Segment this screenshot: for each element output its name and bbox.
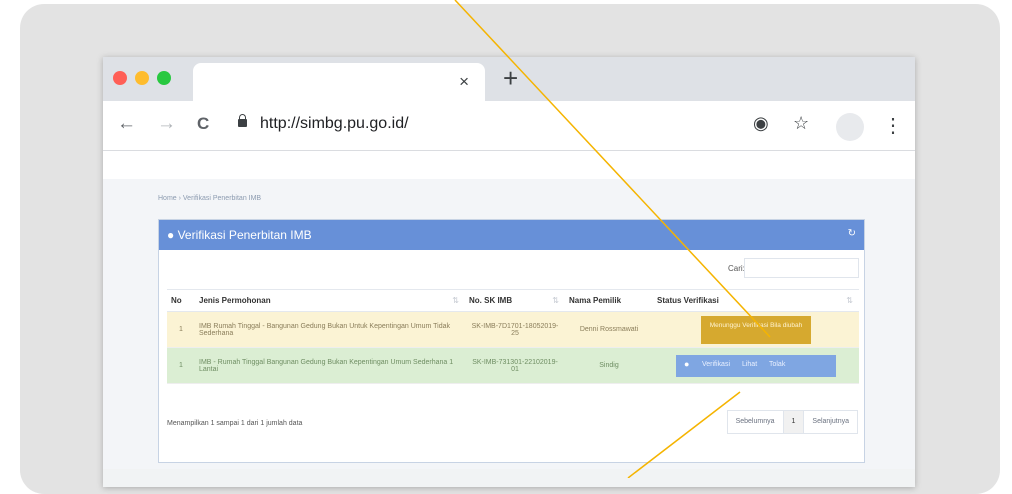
bookmark-star-icon[interactable]: ☆ (793, 113, 809, 134)
view-button[interactable]: Lihat (742, 361, 757, 368)
verify-button[interactable]: Verifikasi (702, 361, 730, 368)
cell-no: 1 (167, 311, 195, 348)
panel-title: ● Verifikasi Penerbitan IMB (167, 228, 312, 242)
reload-icon[interactable]: C (197, 114, 209, 134)
table-info-text: Menampilkan 1 sampai 1 dari 1 jumlah dat… (167, 420, 303, 427)
column-header-status[interactable]: Status Verifikasi ⇅ (653, 289, 859, 312)
column-header-no[interactable]: No (167, 289, 195, 312)
cell-sk: SK-IMB-731301-22102019-01 (465, 347, 565, 384)
table-row: 1 IMB Rumah Tinggal - Bangunan Gedung Bu… (167, 311, 859, 348)
lock-icon (238, 114, 247, 127)
profile-avatar[interactable] (836, 113, 864, 141)
verification-panel: ● Verifikasi Penerbitan IMB ↻ Cari: No J… (158, 219, 865, 463)
minimize-window-dot[interactable] (135, 71, 149, 85)
pagination-prev[interactable]: Sebelumnya (728, 411, 784, 433)
location-icon[interactable]: ◉ (753, 113, 769, 134)
search-label: Cari: (728, 264, 745, 273)
browser-menu-icon[interactable]: ⋮ (883, 113, 903, 138)
cell-pemilik: Sindig (565, 347, 653, 384)
reject-button[interactable]: Tolak (769, 361, 785, 368)
verification-table: No Jenis Permohonan ⇅ No. SK IMB ⇅ Nama Pe… (167, 289, 859, 384)
pagination-page-1[interactable]: 1 (783, 411, 805, 433)
drop-icon: ● (684, 358, 690, 369)
column-header-sk[interactable]: No. SK IMB ⇅ (465, 289, 565, 312)
new-tab-icon[interactable]: + (503, 63, 518, 93)
tab-strip: × + (103, 57, 915, 101)
cell-jenis: IMB Rumah Tinggal - Bangunan Gedung Buka… (195, 311, 465, 348)
cell-status: ● Verifikasi Lihat Tolak (653, 347, 859, 384)
refresh-icon[interactable]: ↻ (848, 228, 856, 239)
cell-pemilik: Denni Rossmawati (565, 311, 653, 348)
row-action-buttons: ● Verifikasi Lihat Tolak (676, 354, 836, 377)
browser-window: × + ← → C http://simbg.pu.go.id/ ◉ ☆ ⋮ H… (103, 57, 915, 487)
panel-header: ● Verifikasi Penerbitan IMB ↻ (159, 220, 864, 250)
browser-toolbar: ← → C http://simbg.pu.go.id/ ◉ ☆ ⋮ (103, 101, 915, 151)
close-window-dot[interactable] (113, 71, 127, 85)
pagination-next[interactable]: Selanjutnya (804, 411, 857, 433)
maximize-window-dot[interactable] (157, 71, 171, 85)
cell-status: Menunggu Verifikasi Bila diubah (653, 311, 859, 348)
address-bar[interactable]: http://simbg.pu.go.id/ (260, 115, 409, 133)
browser-tab[interactable]: × (193, 63, 485, 101)
cell-jenis: IMB - Rumah Tinggal Bangunan Gedung Buka… (195, 347, 465, 384)
pagination: Sebelumnya 1 Selanjutnya (726, 410, 858, 434)
page-content: Home › Verifikasi Penerbitan IMB ● Verif… (103, 179, 915, 469)
tab-close-icon[interactable]: × (459, 72, 469, 92)
status-badge[interactable]: Menunggu Verifikasi Bila diubah (701, 315, 811, 344)
back-icon[interactable]: ← (117, 113, 136, 135)
column-header-jenis[interactable]: Jenis Permohonan ⇅ (195, 289, 465, 312)
search-input[interactable] (744, 258, 859, 278)
cell-sk: SK-IMB-7D1701-18052019-25 (465, 311, 565, 348)
site-header-bar (103, 151, 915, 179)
column-header-pemilik[interactable]: Nama Pemilik (565, 289, 653, 312)
forward-icon[interactable]: → (157, 113, 176, 135)
table-row: 1 IMB - Rumah Tinggal Bangunan Gedung Bu… (167, 347, 859, 384)
breadcrumb[interactable]: Home › Verifikasi Penerbitan IMB (158, 195, 261, 202)
cell-no: 1 (167, 347, 195, 384)
